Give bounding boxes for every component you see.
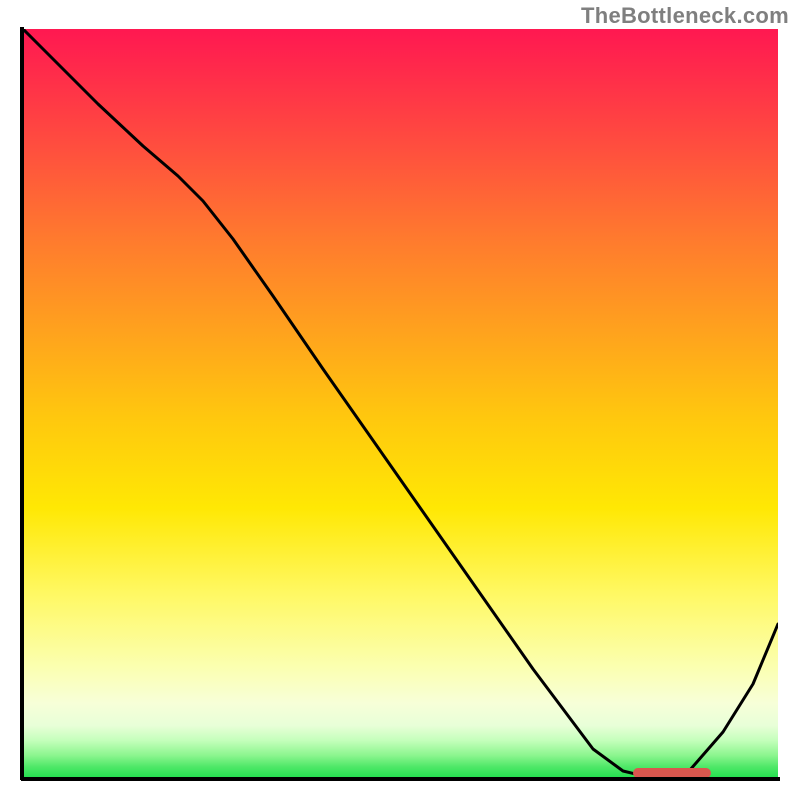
chart-plot-area [23, 29, 778, 778]
chart-gradient-background [23, 29, 778, 778]
attribution-label: TheBottleneck.com [581, 3, 789, 29]
chart-y-axis [20, 27, 24, 780]
chart-x-axis [21, 777, 780, 781]
